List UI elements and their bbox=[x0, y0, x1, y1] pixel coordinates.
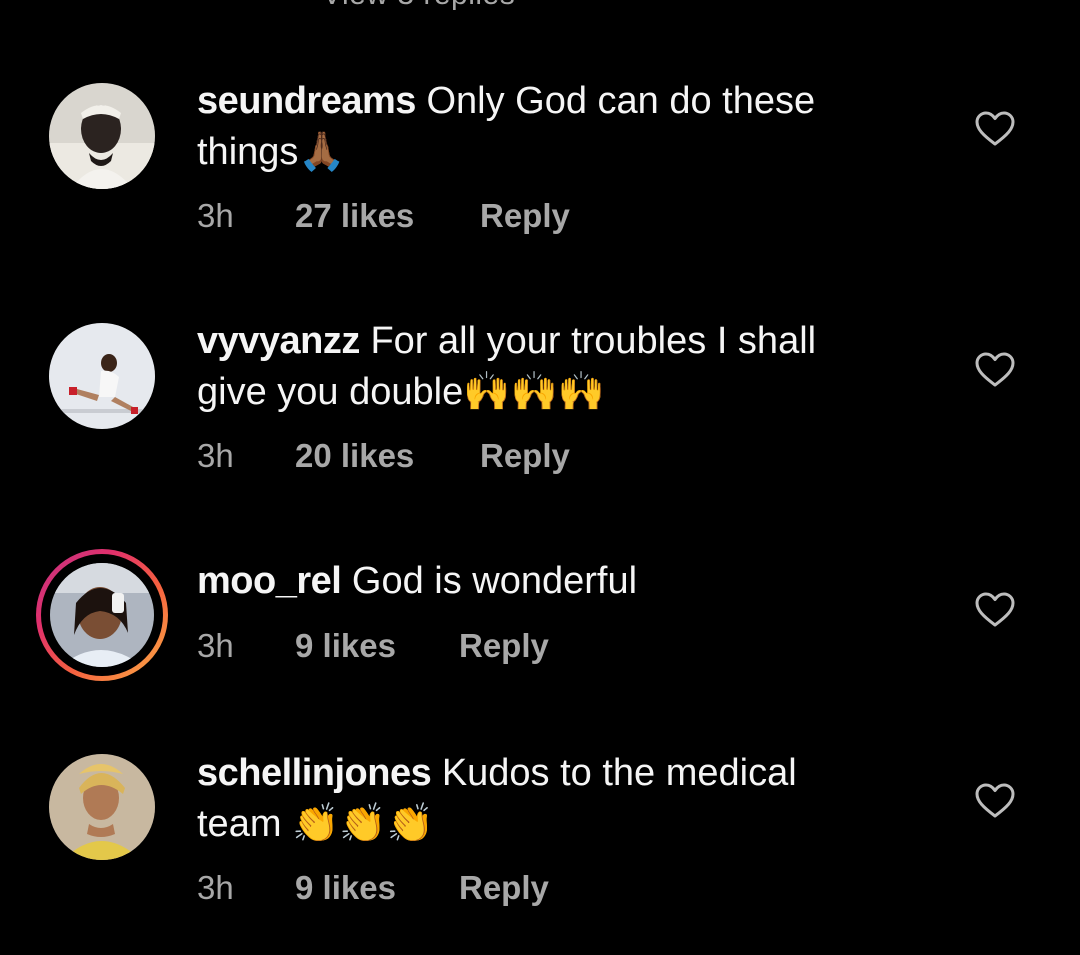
comment-likes[interactable]: 27 likes bbox=[295, 196, 414, 236]
clapping-hands-emoji-icon: 👏👏👏 bbox=[292, 801, 434, 845]
avatar[interactable] bbox=[50, 563, 154, 667]
comment-likes[interactable]: 9 likes bbox=[295, 868, 396, 908]
reply-button[interactable]: Reply bbox=[480, 436, 570, 476]
comment-body-line2: team bbox=[197, 803, 293, 845]
heart-outline-icon[interactable] bbox=[975, 111, 1015, 147]
comment-time: 3h bbox=[197, 627, 234, 664]
raising-hands-emoji-icon: 🙌🙌🙌 bbox=[463, 369, 606, 413]
pray-emoji-icon: 🙏🏾 bbox=[298, 129, 346, 173]
story-ring[interactable] bbox=[36, 549, 168, 681]
reply-button[interactable]: Reply bbox=[459, 868, 549, 908]
avatar[interactable] bbox=[49, 83, 155, 189]
comment-text: seundreams Only God can do these things🙏… bbox=[197, 76, 897, 177]
comment-time: 3h bbox=[197, 197, 234, 234]
comment-text: vyvyanzz For all your troubles I shall g… bbox=[197, 316, 897, 417]
comment-likes[interactable]: 9 likes bbox=[295, 626, 396, 666]
comment-body-line2: give you double bbox=[197, 371, 464, 413]
view-replies-link[interactable]: View 3 replies bbox=[322, 0, 515, 12]
heart-outline-icon[interactable] bbox=[975, 783, 1015, 819]
comment-likes[interactable]: 20 likes bbox=[295, 436, 414, 476]
comment-time: 3h bbox=[197, 437, 234, 474]
comment-time: 3h bbox=[197, 869, 234, 906]
reply-button[interactable]: Reply bbox=[480, 196, 570, 236]
comment-body: Kudos to the medical bbox=[441, 752, 797, 794]
comment-username[interactable]: seundreams bbox=[197, 80, 416, 122]
reply-button[interactable]: Reply bbox=[459, 626, 549, 666]
avatar[interactable] bbox=[49, 754, 155, 860]
comment-body: Only God can do these bbox=[426, 80, 816, 122]
heart-outline-icon[interactable] bbox=[975, 592, 1015, 628]
heart-outline-icon[interactable] bbox=[975, 352, 1015, 388]
comment-username[interactable]: schellinjones bbox=[197, 752, 432, 794]
comment-username[interactable]: vyvyanzz bbox=[197, 320, 360, 362]
comment-body: God is wonderful bbox=[351, 560, 638, 602]
comment-username[interactable]: moo_rel bbox=[197, 560, 342, 602]
comment-text: schellinjones Kudos to the medical team … bbox=[197, 748, 897, 849]
comment-body-line2: things bbox=[197, 131, 299, 173]
avatar[interactable] bbox=[49, 323, 155, 429]
comment-body: For all your troubles I shall bbox=[370, 320, 817, 362]
comment-text: moo_rel God is wonderful bbox=[197, 556, 897, 606]
